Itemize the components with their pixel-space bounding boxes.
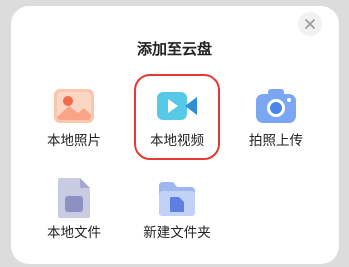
camera-icon [256,89,296,123]
new-folder-icon [159,182,195,216]
local-video-label: 本地视频 [150,133,204,149]
dialog-title: 添加至云盘 [136,40,212,58]
close-icon [305,19,315,29]
local-file-label: 本地文件 [47,225,101,241]
new-folder-label: 新建文件夹 [143,225,211,241]
local-file-option[interactable]: 本地文件 [34,164,114,244]
document-icon [58,178,90,218]
photo-icon [54,89,94,123]
local-photo-label: 本地照片 [47,133,101,149]
video-camera-icon [157,92,197,120]
local-video-option[interactable]: 本地视频 [137,72,217,152]
take-photo-upload-label: 拍照上传 [249,133,303,149]
close-button[interactable] [298,12,322,36]
new-folder-option[interactable]: 新建文件夹 [137,164,217,244]
local-photo-option[interactable]: 本地照片 [34,72,114,152]
take-photo-upload-option[interactable]: 拍照上传 [236,72,316,152]
